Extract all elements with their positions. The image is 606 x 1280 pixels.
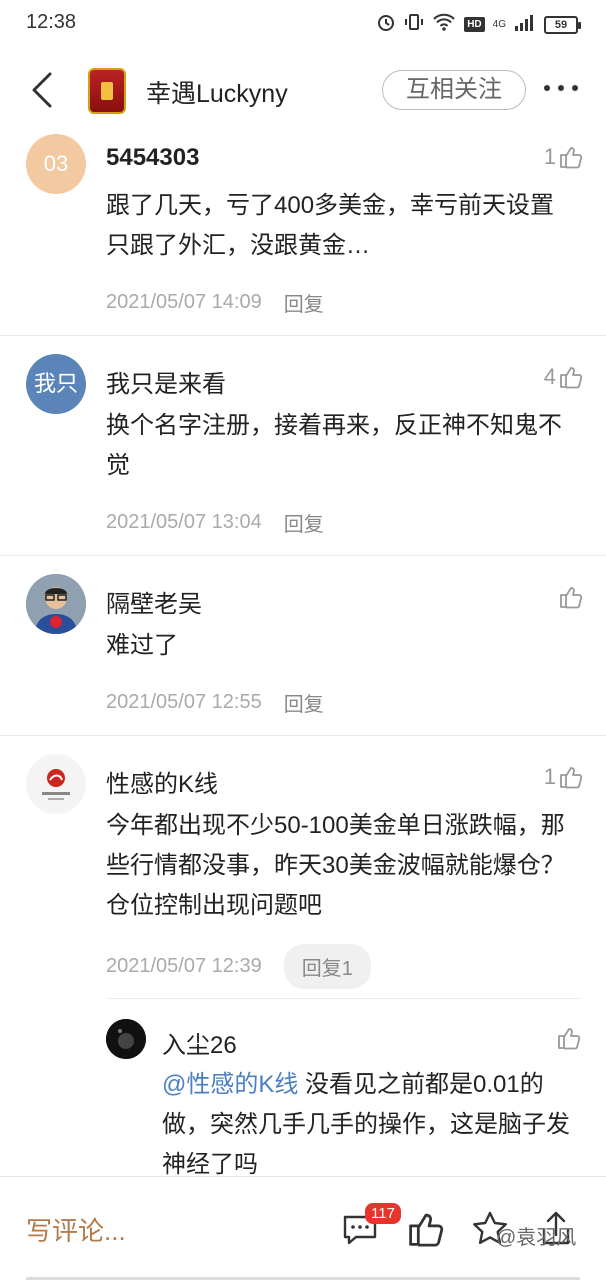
comment-item: 03 5454303 1 跟了几天，亏了400多美金，幸亏前天设置只跟了外汇，没… <box>0 130 606 336</box>
comment-time: 2021/05/07 12:39 <box>106 955 262 977</box>
mutual-follow-button[interactable]: 互相关注 <box>382 70 526 110</box>
commenter-name[interactable]: 5454303 <box>106 144 199 172</box>
commenter-name[interactable]: 性感的K线 <box>106 764 218 799</box>
commenter-name[interactable]: 隔壁老吴 <box>106 584 202 619</box>
commenter-avatar[interactable] <box>26 754 86 814</box>
like-button[interactable]: 1 <box>544 144 584 170</box>
signal-icon <box>514 13 536 36</box>
wifi-icon <box>432 12 456 37</box>
battery-indicator: 59 <box>544 15 581 34</box>
write-comment-input[interactable]: 写评论... <box>26 1211 126 1248</box>
like-count: 1 <box>543 144 556 169</box>
commenter-name[interactable]: 我只是来看 <box>106 364 226 399</box>
comment-list[interactable]: 03 5454303 1 跟了几天，亏了400多美金，幸亏前天设置只跟了外汇，没… <box>0 130 606 1176</box>
comment-text: 跟了几天，亏了400多美金，幸亏前天设置只跟了外汇，没跟黄金… <box>106 192 555 259</box>
comment-meta: 2021/05/07 12:39 回复1 <box>106 944 371 989</box>
status-time: 12:38 <box>26 11 77 33</box>
comment-time: 2021/05/07 13:04 <box>106 511 262 533</box>
thumbs-up-icon <box>560 367 583 389</box>
comment-meta: 2021/05/07 14:09 回复 <box>106 288 324 317</box>
alarm-icon <box>376 12 396 37</box>
status-bar: 12:38 HD 4G 59 <box>0 0 606 50</box>
more-options-button[interactable] <box>542 76 582 100</box>
commenter-avatar[interactable]: 03 <box>26 134 86 194</box>
comment-text: 今年都出现不少50-100美金单日涨跌幅，那些行情都没事，昨天30美金波幅就能爆… <box>106 812 565 919</box>
comment-time: 2021/05/07 12:55 <box>106 691 262 713</box>
comment-time: 2021/05/07 14:09 <box>106 291 262 313</box>
thumbs-up-icon <box>560 767 583 789</box>
like-button[interactable]: 4 <box>544 364 584 390</box>
like-count: 4 <box>543 364 556 389</box>
person-photo <box>26 574 86 634</box>
back-button[interactable] <box>24 68 64 112</box>
comment-item: 性感的K线 1 今年都出现不少50-100美金单日涨跌幅，那些行情都没事，昨天3… <box>0 736 606 1176</box>
thumbs-up-icon <box>560 147 583 169</box>
comment-text: 换个名字注册，接着再来，反正神不知鬼不觉 <box>106 412 562 479</box>
thumbs-up-icon <box>409 1213 444 1247</box>
comment-count-badge: 117 <box>365 1203 401 1224</box>
commenter-avatar[interactable] <box>26 574 86 634</box>
like-button[interactable]: 1 <box>544 764 584 790</box>
comment-item: 隔壁老吴 难过了 2021/05/07 12:55 回复 <box>0 556 606 736</box>
page-header: 幸遇Luckyny 互相关注 <box>0 50 606 130</box>
network-label: 4G <box>492 19 506 30</box>
thumbs-up-icon <box>560 587 583 609</box>
thumbs-up-icon[interactable] <box>556 1025 582 1051</box>
reply-avatar[interactable] <box>106 1019 146 1059</box>
more-icon <box>544 85 550 91</box>
view-replies-button[interactable]: 回复1 <box>283 944 371 989</box>
chevron-left-icon <box>32 72 52 108</box>
comment-meta: 2021/05/07 13:04 回复 <box>106 508 324 537</box>
like-count: 1 <box>543 764 556 789</box>
reply-button[interactable]: 回复 <box>284 288 324 317</box>
comment-text: 难过了 <box>106 632 178 659</box>
comment-meta: 2021/05/07 12:55 回复 <box>106 688 324 717</box>
status-icons: HD 4G 59 <box>376 12 581 37</box>
reply-username[interactable]: 入尘26 <box>162 1025 237 1060</box>
dark-photo <box>106 1019 146 1059</box>
sub-reply: 入尘26 @性感的K线 没看见之前都是0.01的做，突然几手几手的操作，这是脑子… <box>106 998 582 1176</box>
hd-badge: HD <box>464 17 485 32</box>
bottom-bar: 写评论... 117 @袁羽风 <box>0 1176 606 1280</box>
mention-link[interactable]: @性感的K线 <box>162 1071 298 1098</box>
user-avatar[interactable] <box>88 68 126 114</box>
watermark-text: @袁羽风 <box>496 1227 577 1249</box>
like-article-button[interactable] <box>406 1209 446 1249</box>
reply-text: @性感的K线 没看见之前都是0.01的做，突然几手几手的操作，这是脑子发神经了吗 <box>162 1065 574 1176</box>
commenter-avatar[interactable]: 我只 <box>26 354 86 414</box>
profile-username[interactable]: 幸遇Luckyny <box>146 74 288 110</box>
like-button[interactable] <box>558 584 584 610</box>
vibrate-icon <box>404 12 424 37</box>
comment-item: 我只 我只是来看 4 换个名字注册，接着再来，反正神不知鬼不觉 2021/05/… <box>0 336 606 556</box>
reply-button[interactable]: 回复 <box>284 508 324 537</box>
reply-button[interactable]: 回复 <box>284 688 324 717</box>
brand-logo-icon <box>42 769 70 800</box>
